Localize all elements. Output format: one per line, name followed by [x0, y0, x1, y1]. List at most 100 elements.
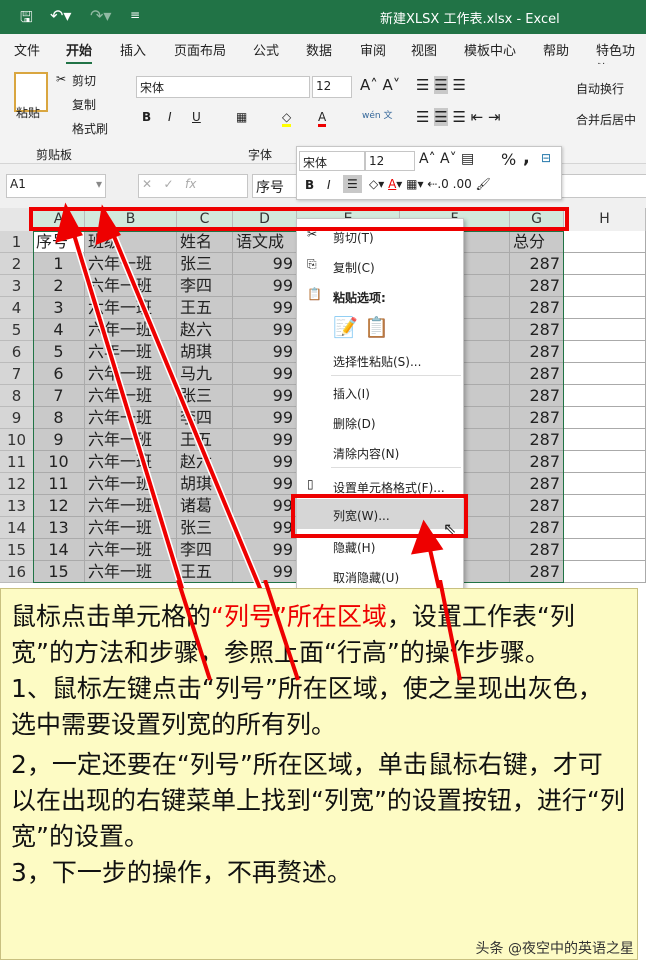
table-cell[interactable]: 张三 [177, 385, 233, 407]
menu-column-width[interactable]: 列宽(W)... [333, 507, 390, 524]
mini-font-size-icons[interactable]: A˄ A˅ ▤ [419, 151, 474, 167]
table-cell[interactable]: 11 [33, 473, 85, 495]
fx-icon[interactable]: fx [185, 177, 196, 191]
table-cell[interactable]: 李四 [177, 407, 233, 429]
tab-3[interactable]: 页面布局 [174, 40, 226, 59]
merge-icon[interactable]: ⊟ [541, 151, 551, 165]
table-cell[interactable]: 张三 [177, 253, 233, 275]
table-cell[interactable] [564, 429, 646, 451]
row-header-12[interactable]: 12 [0, 473, 33, 495]
cut-button[interactable]: 剪切 [72, 72, 96, 89]
table-cell[interactable]: 马九 [177, 363, 233, 385]
table-cell[interactable]: 6 [33, 363, 85, 385]
table-cell[interactable]: 287 [510, 561, 564, 583]
menu-hide[interactable]: 隐藏(H) [333, 539, 375, 556]
formula-buttons[interactable]: ✕ ✓ fx [138, 174, 248, 198]
row-header-6[interactable]: 6 [0, 341, 33, 363]
table-cell[interactable]: 4 [33, 319, 85, 341]
table-cell[interactable]: 胡琪 [177, 473, 233, 495]
table-cell[interactable]: 王五 [177, 561, 233, 583]
table-cell[interactable]: 班级 [85, 231, 177, 253]
merge-center-button[interactable]: 合并后居中 [576, 111, 636, 128]
underline-button[interactable]: U [192, 110, 201, 124]
font-size-select[interactable]: 12 [312, 76, 352, 98]
mini-fill-color-icon[interactable]: ◇▾ A▾ ▦▾ ⇠.0 .00 🖌 [369, 177, 491, 191]
menu-cut[interactable]: 剪切(T) [333, 229, 374, 246]
row-header-15[interactable]: 15 [0, 539, 33, 561]
table-cell[interactable]: 99 [233, 297, 297, 319]
row-header-7[interactable]: 7 [0, 363, 33, 385]
comma-button[interactable]: , [523, 147, 530, 168]
table-cell[interactable]: 9 [33, 429, 85, 451]
table-cell[interactable]: 2 [33, 275, 85, 297]
table-cell[interactable]: 六年一班 [85, 473, 177, 495]
table-cell[interactable]: 总分 [510, 231, 564, 253]
mini-font-select[interactable]: 宋体 [299, 151, 365, 171]
mini-size-select[interactable]: 12 [365, 151, 415, 171]
copy-button[interactable]: 复制 [72, 96, 96, 113]
wrap-text-button[interactable]: 自动换行 [576, 80, 624, 97]
row-header-14[interactable]: 14 [0, 517, 33, 539]
font-name-select[interactable]: 宋体 [136, 76, 310, 98]
row-header-1[interactable]: 1 [0, 231, 33, 253]
table-cell[interactable]: 287 [510, 253, 564, 275]
table-cell[interactable]: 六年一班 [85, 341, 177, 363]
table-cell[interactable] [564, 407, 646, 429]
table-cell[interactable]: 99 [233, 561, 297, 583]
menu-delete[interactable]: 删除(D) [333, 415, 376, 432]
menu-copy[interactable]: 复制(C) [333, 259, 375, 276]
table-cell[interactable]: 六年一班 [85, 451, 177, 473]
column-header-H[interactable]: H [564, 208, 646, 231]
menu-format-cells[interactable]: 设置单元格格式(F)... [333, 479, 445, 496]
table-cell[interactable]: 99 [233, 275, 297, 297]
mini-italic-button[interactable]: I [327, 178, 331, 192]
table-cell[interactable]: 李四 [177, 275, 233, 297]
table-cell[interactable]: 诸葛 [177, 495, 233, 517]
row-header-5[interactable]: 5 [0, 319, 33, 341]
table-cell[interactable]: 7 [33, 385, 85, 407]
mini-bold-button[interactable]: B [305, 178, 314, 192]
fill-color-icon[interactable]: ◇ [282, 110, 292, 127]
table-cell[interactable] [564, 451, 646, 473]
table-cell[interactable]: 287 [510, 275, 564, 297]
customize-toolbar-icon[interactable]: ≡ [130, 8, 140, 22]
table-cell[interactable]: 六年一班 [85, 319, 177, 341]
align-top-icon[interactable]: ☰ ☰ ☰ [416, 76, 466, 94]
column-header-C[interactable]: C [177, 208, 233, 231]
tab-5[interactable]: 数据 [306, 40, 332, 59]
table-cell[interactable]: 99 [233, 539, 297, 561]
table-cell[interactable] [564, 385, 646, 407]
table-cell[interactable] [564, 495, 646, 517]
table-cell[interactable] [564, 253, 646, 275]
table-cell[interactable]: 六年一班 [85, 561, 177, 583]
table-cell[interactable] [564, 517, 646, 539]
table-cell[interactable]: 六年一班 [85, 429, 177, 451]
table-cell[interactable]: 六年一班 [85, 385, 177, 407]
save-icon[interactable]: 🖫 [20, 7, 33, 32]
menu-unhide[interactable]: 取消隐藏(U) [333, 569, 399, 586]
table-cell[interactable]: 六年一班 [85, 407, 177, 429]
table-cell[interactable]: 14 [33, 539, 85, 561]
table-cell[interactable]: 287 [510, 495, 564, 517]
table-cell[interactable]: 张三 [177, 517, 233, 539]
paste-option-icons[interactable]: 📝 📋 [333, 315, 389, 339]
table-cell[interactable] [564, 539, 646, 561]
table-cell[interactable]: 99 [233, 517, 297, 539]
table-cell[interactable]: 六年一班 [85, 363, 177, 385]
column-header-G[interactable]: G [510, 208, 564, 231]
row-header-4[interactable]: 4 [0, 297, 33, 319]
mini-center-icon[interactable]: ☰ [343, 175, 362, 193]
align-center-icon[interactable]: ☰ ☰ ☰ ⇤ ⇥ [416, 108, 501, 126]
table-cell[interactable]: 13 [33, 517, 85, 539]
column-header-A[interactable]: A [33, 208, 85, 231]
row-header-8[interactable]: 8 [0, 385, 33, 407]
table-cell[interactable]: 287 [510, 407, 564, 429]
column-header-D[interactable]: D [233, 208, 297, 231]
table-cell[interactable]: 99 [233, 363, 297, 385]
table-cell[interactable]: 99 [233, 253, 297, 275]
table-cell[interactable]: 287 [510, 473, 564, 495]
table-cell[interactable]: 99 [233, 407, 297, 429]
paste-button[interactable]: 粘贴 [16, 104, 40, 121]
borders-icon[interactable]: ▦ [236, 110, 247, 124]
table-cell[interactable]: 287 [510, 341, 564, 363]
